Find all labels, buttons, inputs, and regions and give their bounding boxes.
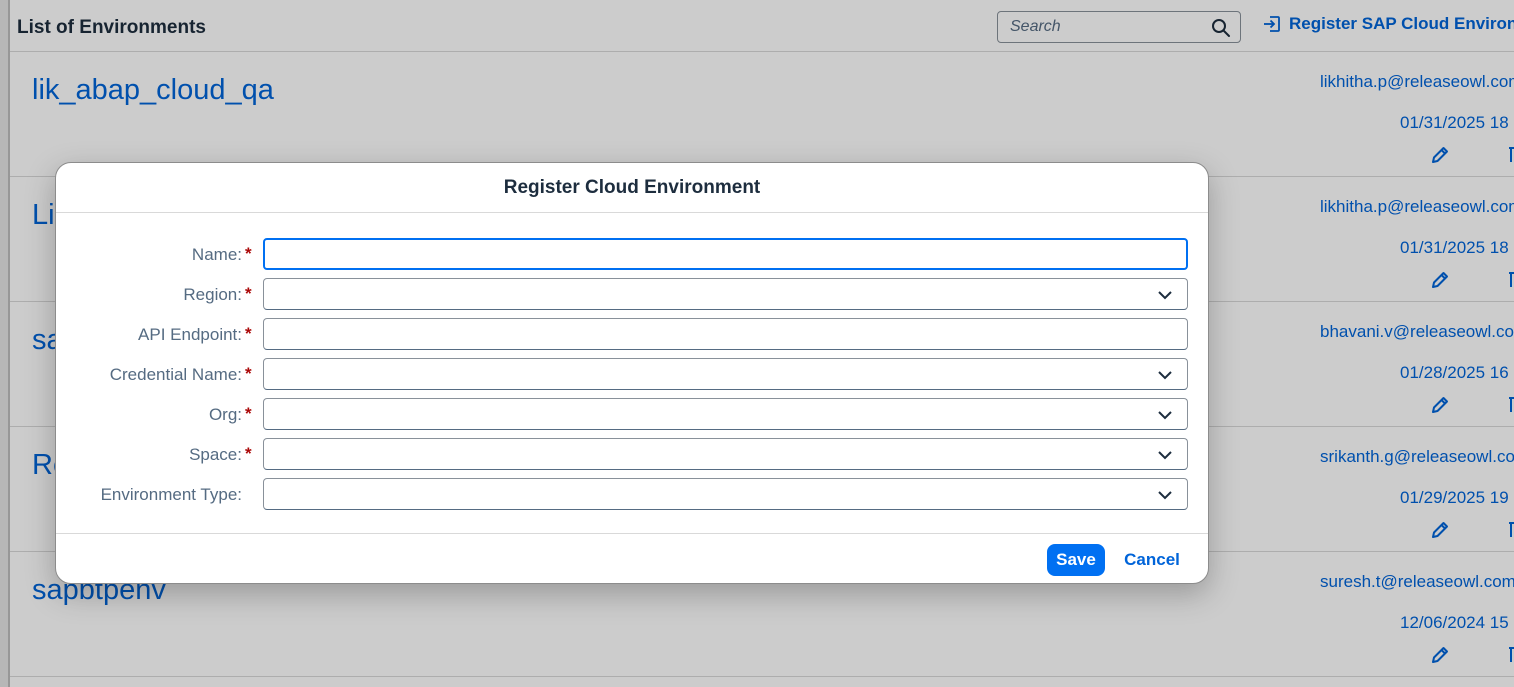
space-select[interactable] [263,438,1188,470]
field-label: Space: [189,445,242,464]
name-input[interactable] [263,238,1188,270]
cancel-button[interactable]: Cancel [1117,544,1187,576]
region-select[interactable] [263,278,1188,310]
org-select[interactable] [263,398,1188,430]
required-marker: * [245,404,252,423]
api-endpoint-input[interactable] [263,318,1188,350]
save-button[interactable]: Save [1047,544,1105,576]
field-label: API Endpoint: [138,325,242,344]
chevron-down-icon[interactable] [1156,286,1174,304]
required-marker: * [245,364,252,383]
field-label: Org: [208,405,242,424]
dialog-header: Register Cloud Environment [56,163,1208,213]
field-label: Credential Name: [109,365,242,384]
required-marker: * [245,284,252,303]
form-row-environment-type: Environment Type: [56,478,1208,510]
form-row-api-endpoint: API Endpoint: * [56,318,1208,350]
chevron-down-icon[interactable] [1156,406,1174,424]
field-label: Environment Type: [100,485,242,504]
dialog-footer: Save Cancel [56,533,1208,583]
chevron-down-icon[interactable] [1156,446,1174,464]
form-row-org: Org: * [56,398,1208,430]
form-row-region: Region: * [56,278,1208,310]
register-cloud-environment-dialog: Register Cloud Environment Name: * Regio… [55,162,1209,584]
field-label: Name: [191,245,242,264]
chevron-down-icon[interactable] [1156,366,1174,384]
required-marker: * [245,324,252,343]
credential-name-select[interactable] [263,358,1188,390]
form-row-credential-name: Credential Name: * [56,358,1208,390]
environment-type-select[interactable] [263,478,1188,510]
form-row-space: Space: * [56,438,1208,470]
form-row-name: Name: * [56,238,1208,270]
dialog-title: Register Cloud Environment [503,177,761,198]
field-label: Region: [183,285,242,304]
required-marker: * [245,244,252,263]
chevron-down-icon[interactable] [1156,486,1174,504]
required-marker: * [245,444,252,463]
